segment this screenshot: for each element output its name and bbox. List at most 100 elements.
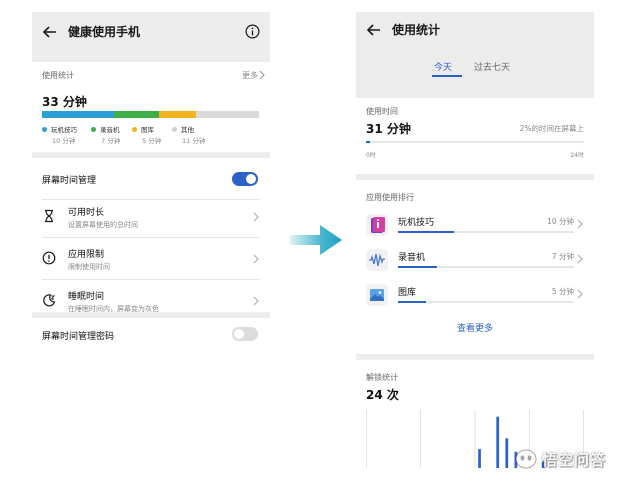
chevron-right-icon — [577, 219, 583, 229]
settings-item-subtitle: 在睡眠时间内，屏幕变为灰色 — [68, 305, 159, 313]
unlock-bar — [505, 438, 509, 468]
recorder-app-icon — [366, 249, 388, 271]
app-usage-fill — [398, 301, 427, 303]
hourglass-icon — [45, 209, 53, 223]
chevron-right-icon — [253, 212, 259, 222]
chevron-right-icon — [577, 254, 583, 264]
unlock-bar — [496, 416, 500, 468]
app-time: 10 分钟 — [547, 217, 574, 226]
password-row: 屏幕时间管理密码 — [32, 318, 270, 350]
chevron-right-icon — [577, 289, 583, 299]
settings-item-app-limits[interactable]: 应用限制 限制使用时间 — [32, 238, 270, 280]
usage-stats-label: 使用统计 — [42, 71, 74, 80]
settings-item-subtitle: 限制使用时间 — [68, 263, 110, 271]
app-usage-track — [398, 301, 574, 303]
app-usage-fill — [398, 231, 455, 233]
screen-time-row: 屏幕时间管理 — [32, 158, 270, 200]
watermark-text: 悟空问答 — [542, 451, 607, 469]
legend-item: 图库 — [132, 124, 154, 134]
watermark-logo-icon — [515, 449, 537, 469]
settings-item-title: 可用时长 — [68, 208, 105, 218]
chevron-right-icon — [259, 70, 265, 80]
arrow-left-icon[interactable] — [366, 22, 382, 38]
settings-item-title: 睡眠时间 — [68, 292, 105, 302]
axis-end-label: 24时 — [570, 152, 584, 159]
app-time: 7 分钟 — [551, 252, 574, 261]
usage-time-label: 使用时间 — [366, 107, 398, 116]
gallery-app-icon — [366, 284, 388, 306]
usage-bar-segment-other — [196, 111, 259, 118]
watermark: 悟空问答 — [514, 446, 634, 472]
app-ranking-card: 应用使用排行 玩机技巧 10 分钟 录音机 7 分钟 图库 5 分钟 查看更多 — [356, 180, 594, 354]
password-label: 屏幕时间管理密码 — [42, 332, 115, 342]
usage-bar-segment-recorder — [113, 111, 160, 118]
tab-today[interactable]: 今天 — [434, 60, 452, 73]
arrow-left-icon[interactable] — [42, 24, 58, 40]
settings-item-title: 应用限制 — [68, 250, 105, 260]
password-toggle[interactable] — [232, 327, 258, 341]
legend-value: 7 分钟 — [101, 137, 121, 145]
screen-time-label: 屏幕时间管理 — [42, 176, 97, 186]
toggle-knob — [246, 174, 256, 184]
app-usage-track — [398, 266, 574, 268]
settings-item-subtitle: 设置屏幕使用的总时间 — [68, 221, 138, 229]
usage-stats-card[interactable]: 使用统计 更多 33 分钟 玩机技巧 10 分钟 录音机 7 分钟 图库 5 分… — [32, 62, 270, 152]
more-link[interactable]: 更多 — [242, 70, 258, 81]
app-row-tips[interactable]: 玩机技巧 10 分钟 — [356, 209, 594, 243]
screen-time-settings-card: 屏幕时间管理 可用时长 设置屏幕使用的总时间 应用限制 限制使用时间 睡眠时间 … — [32, 158, 270, 313]
usage-breakdown-bar — [42, 111, 259, 118]
usage-bar-segment-games — [42, 111, 114, 118]
axis-start-label: 0时 — [366, 152, 376, 159]
legend-dot — [172, 127, 177, 132]
legend-item: 玩机技巧 — [42, 124, 77, 134]
unlock-count: 24 次 — [366, 388, 399, 402]
day-progress-fill — [366, 141, 371, 143]
usage-total: 33 分钟 — [42, 95, 87, 109]
legend-dot — [132, 127, 137, 132]
transition-arrow-icon — [290, 225, 342, 255]
see-more-link[interactable]: 查看更多 — [356, 321, 594, 334]
usage-bar-segment-gallery — [159, 111, 197, 118]
tips-app-icon — [366, 214, 388, 236]
moon-sleep-icon — [43, 294, 56, 307]
settings-item-sleep-time[interactable]: 睡眠时间 在睡眠时间内，屏幕变为灰色 — [32, 280, 270, 322]
usage-time-card: 使用时间 31 分钟 2%的时间在屏幕上 0时 24时 — [356, 98, 594, 174]
app-name: 玩机技巧 — [398, 218, 435, 228]
unlock-stats-label: 解锁统计 — [366, 373, 398, 382]
usage-time-total: 31 分钟 — [366, 122, 411, 136]
active-tab-indicator — [432, 75, 462, 77]
legend-value: 11 分钟 — [182, 137, 206, 145]
screen-percent-text: 2%的时间在屏幕上 — [519, 124, 584, 133]
page-title: 健康使用手机 — [68, 25, 141, 39]
screen-time-toggle[interactable] — [232, 172, 258, 186]
header: 使用统计 今天 过去七天 — [356, 12, 594, 92]
app-ranking-label: 应用使用排行 — [366, 193, 414, 202]
app-row-gallery[interactable]: 图库 5 分钟 — [356, 279, 594, 313]
chevron-right-icon — [253, 296, 259, 306]
legend-label: 图库 — [141, 126, 154, 134]
legend-value: 5 分钟 — [142, 137, 162, 145]
legend-item: 其他 — [172, 124, 194, 134]
legend-dot — [42, 127, 47, 132]
health-usage-screen: 健康使用手机 使用统计 更多 33 分钟 玩机技巧 10 分钟 录音机 7 分钟… — [32, 12, 270, 350]
day-progress-track — [366, 141, 584, 143]
app-time: 5 分钟 — [551, 287, 574, 296]
unlock-bar — [478, 449, 481, 468]
app-name: 图库 — [398, 288, 417, 298]
app-row-recorder[interactable]: 录音机 7 分钟 — [356, 244, 594, 278]
legend-item: 录音机 — [91, 124, 120, 134]
legend-label: 录音机 — [100, 126, 120, 134]
limit-alert-icon — [42, 251, 56, 265]
app-usage-fill — [398, 266, 437, 268]
app-usage-track — [398, 231, 574, 233]
settings-item-available-time[interactable]: 可用时长 设置屏幕使用的总时间 — [32, 196, 270, 238]
toggle-knob — [234, 329, 244, 339]
header: 健康使用手机 — [32, 12, 270, 52]
legend-label: 玩机技巧 — [51, 126, 77, 134]
usage-stats-screen: 使用统计 今天 过去七天 使用时间 31 分钟 2%的时间在屏幕上 0时 24时… — [356, 12, 594, 468]
info-icon[interactable] — [245, 24, 260, 39]
legend-value: 10 分钟 — [52, 137, 76, 145]
chevron-right-icon — [253, 254, 259, 264]
legend-label: 其他 — [181, 126, 194, 134]
tab-last-seven-days[interactable]: 过去七天 — [474, 60, 510, 73]
